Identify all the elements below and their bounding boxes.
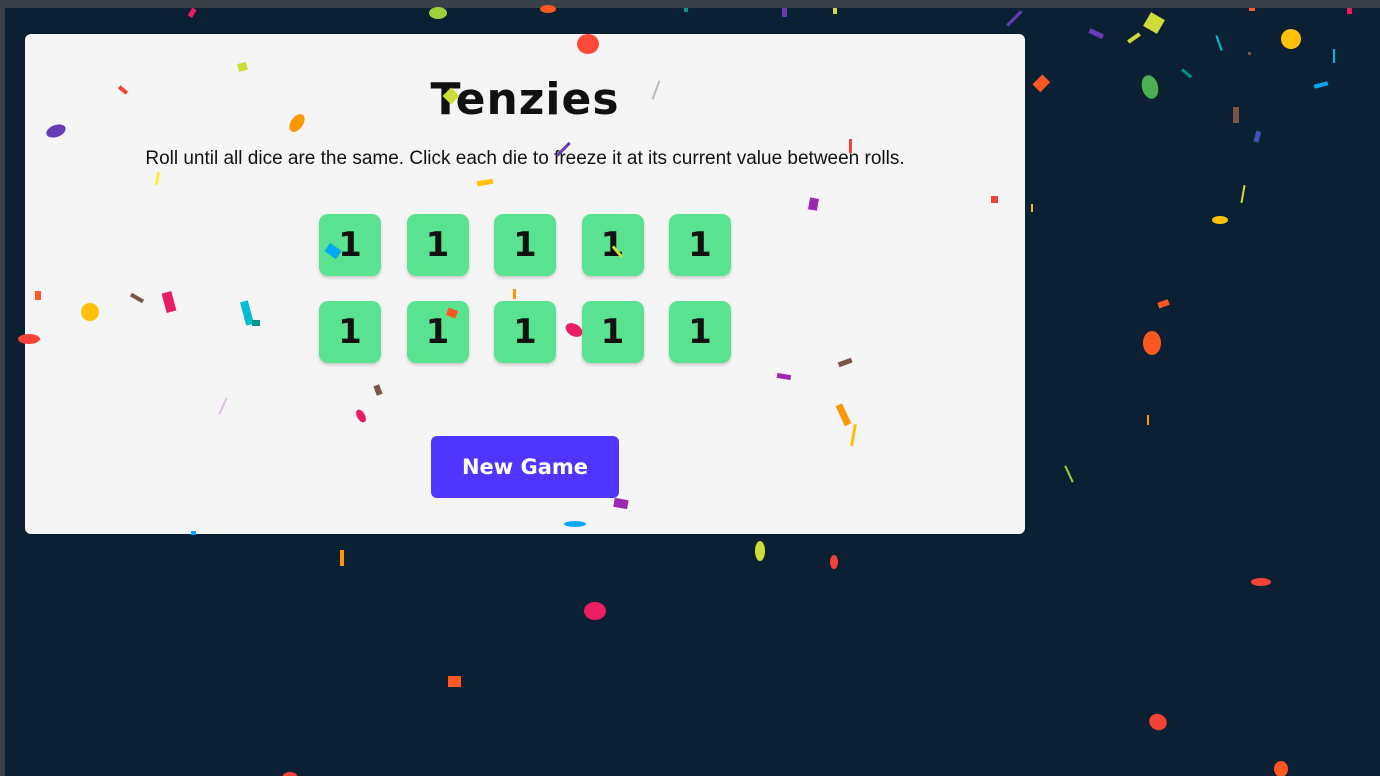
confetti-piece — [1347, 8, 1352, 14]
confetti-piece — [1248, 52, 1251, 55]
confetti-piece — [1274, 761, 1288, 776]
confetti-piece — [755, 541, 765, 561]
confetti-piece — [684, 8, 688, 12]
new-game-button[interactable]: New Game — [431, 436, 619, 498]
confetti-piece — [584, 602, 606, 620]
die[interactable]: 1 — [669, 301, 731, 363]
confetti-piece — [833, 8, 837, 14]
confetti-piece — [1157, 299, 1170, 309]
confetti-piece — [1127, 32, 1141, 44]
confetti-piece — [1032, 74, 1051, 93]
confetti-piece — [1088, 28, 1105, 40]
game-title: Tenzies — [430, 74, 620, 125]
game-card: Tenzies Roll until all dice are the same… — [25, 34, 1025, 534]
confetti-piece — [1253, 130, 1262, 143]
confetti-piece — [429, 7, 447, 19]
confetti-piece — [1031, 204, 1033, 212]
confetti-piece — [1212, 216, 1228, 224]
confetti-piece — [1249, 8, 1255, 11]
confetti-piece — [340, 550, 344, 566]
confetti-piece — [782, 8, 787, 17]
confetti-piece — [1143, 12, 1165, 34]
die[interactable]: 1 — [494, 214, 556, 276]
confetti-piece — [1006, 10, 1023, 27]
confetti-piece — [1143, 331, 1161, 355]
confetti-piece — [1181, 68, 1193, 79]
die[interactable]: 1 — [406, 214, 469, 276]
confetti-piece — [1149, 713, 1167, 731]
game-instructions: Roll until all dice are the same. Click … — [145, 148, 905, 169]
dice-grid: 1 1 1 1 1 1 1 1 1 1 — [319, 214, 731, 363]
die[interactable]: 1 — [581, 301, 644, 363]
confetti-piece — [1313, 81, 1329, 89]
confetti-piece — [1147, 415, 1149, 425]
window-top-bar — [0, 0, 1380, 8]
die[interactable]: 1 — [319, 301, 381, 363]
confetti-piece — [1064, 465, 1074, 483]
confetti-piece — [448, 676, 461, 687]
die[interactable]: 1 — [669, 214, 731, 276]
confetti-piece — [1281, 29, 1301, 49]
confetti-piece — [830, 555, 838, 569]
confetti-piece — [1215, 35, 1223, 51]
die[interactable]: 1 — [494, 301, 556, 363]
die[interactable]: 1 — [319, 214, 381, 276]
confetti-piece — [1233, 107, 1239, 123]
confetti-piece — [1251, 578, 1271, 586]
confetti-piece — [283, 772, 297, 776]
confetti-piece — [1141, 75, 1159, 99]
die[interactable]: 1 — [406, 301, 469, 363]
confetti-piece — [1240, 184, 1246, 204]
die[interactable]: 1 — [581, 214, 644, 276]
window-left-edge — [0, 0, 5, 776]
confetti-piece — [187, 7, 197, 18]
confetti-piece — [1333, 49, 1335, 63]
